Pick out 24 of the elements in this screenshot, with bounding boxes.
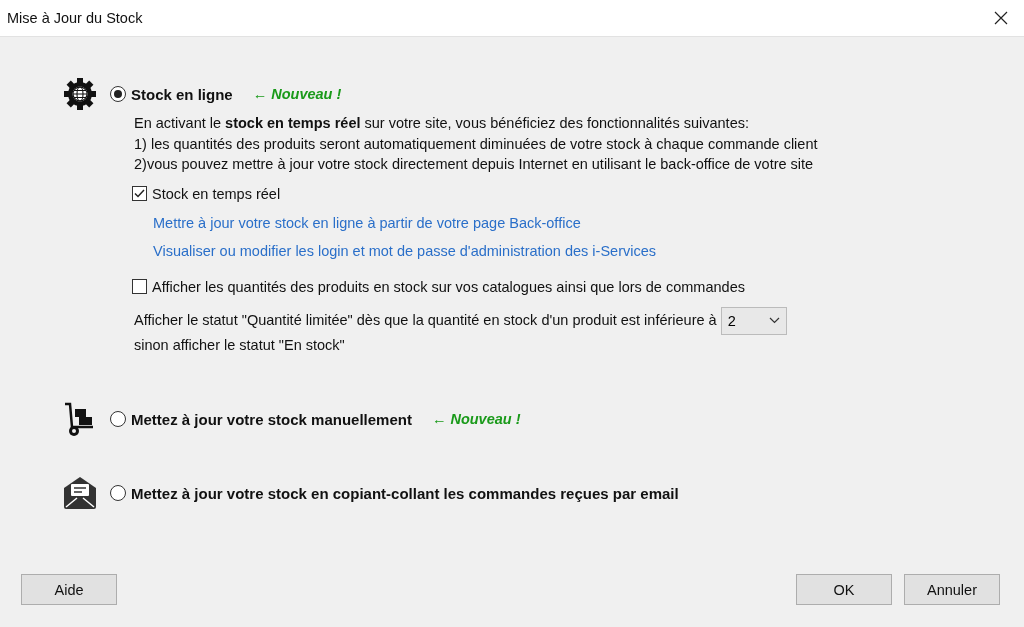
link[interactable]: Mettre à jour votre stock en ligne à partir de votre page Back-office — [153, 214, 581, 231]
new-label: ← Nouveau ! — [252, 86, 342, 102]
help-button[interactable]: Aide — [21, 574, 117, 605]
feature-text: 1) les quantités des produits seront automatiquement diminuées de votre stock à chaque commande client — [134, 134, 819, 154]
new-label: ← Nouveau ! — [431, 411, 521, 427]
threshold-text: sinon afficher le statut "En stock" — [134, 335, 346, 355]
quantity-dropdown[interactable]: 2 — [720, 306, 787, 335]
description-text: En activant le stock en temps réel sur votre site, vous bénéficiez des fonctionnalités suivantes: — [134, 114, 750, 133]
chevron-down-icon — [768, 317, 780, 324]
close-icon[interactable] — [994, 11, 1008, 25]
cancel-button[interactable]: Annuler — [904, 574, 1000, 605]
feature-text: 2)vous pouvez mettre à jour votre stock directement depuis Internet en utilisant le back-office de votre site — [134, 155, 815, 174]
radio-button[interactable]: Mettez à jour votre stock en copiant-collant les commandes reçues par email — [110, 484, 679, 502]
checkbox[interactable]: Afficher les quantités des produits en stock sur vos catalogues ainsi que lors de commandes — [132, 278, 745, 295]
gear-globe-icon — [63, 77, 97, 111]
threshold-text: Afficher le statut "Quantité limitée" dès que la quantité en stock d'un produit est inférieure à — [134, 311, 717, 331]
window-title: Mise à Jour du Stock — [7, 10, 143, 26]
envelope-icon — [62, 476, 98, 510]
checkmark-icon — [134, 189, 145, 198]
radio-button[interactable]: Mettez à jour votre stock manuellement — [110, 410, 412, 428]
link[interactable]: Visualiser ou modifier les login et mot de passe d'administration des i-Services — [153, 242, 656, 259]
checkbox[interactable]: Stock en temps réel — [132, 185, 281, 202]
ok-button[interactable]: OK — [796, 574, 892, 605]
radio-button[interactable]: Stock en ligne — [110, 85, 233, 103]
